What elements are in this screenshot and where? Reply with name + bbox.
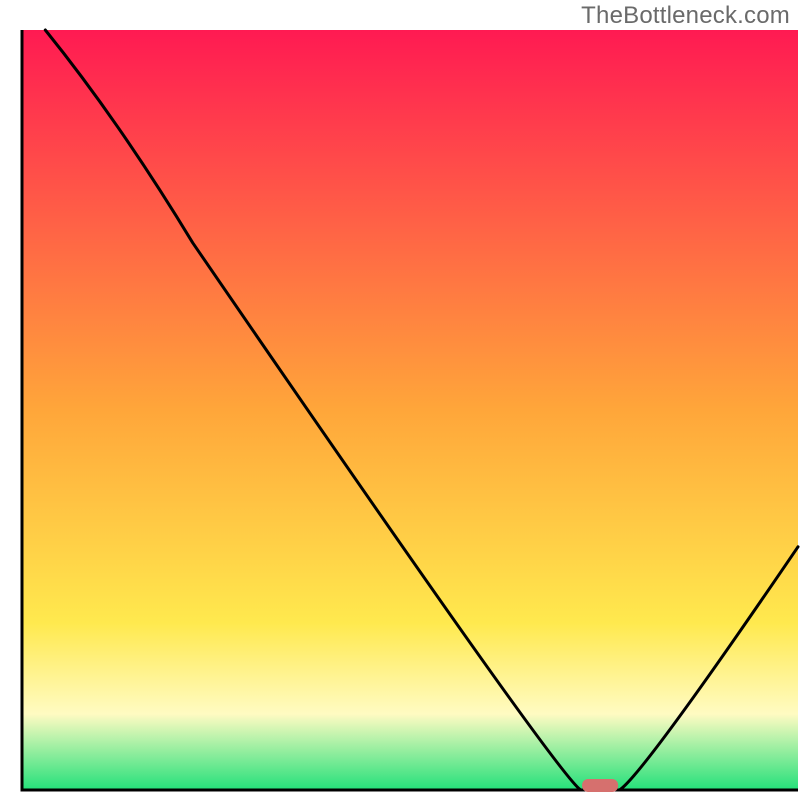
chart-container: { "watermark": "TheBottleneck.com", "cha…: [0, 0, 800, 800]
bottleneck-chart: [0, 0, 800, 800]
plot-background: [22, 30, 798, 790]
optimal-marker: [582, 779, 618, 792]
